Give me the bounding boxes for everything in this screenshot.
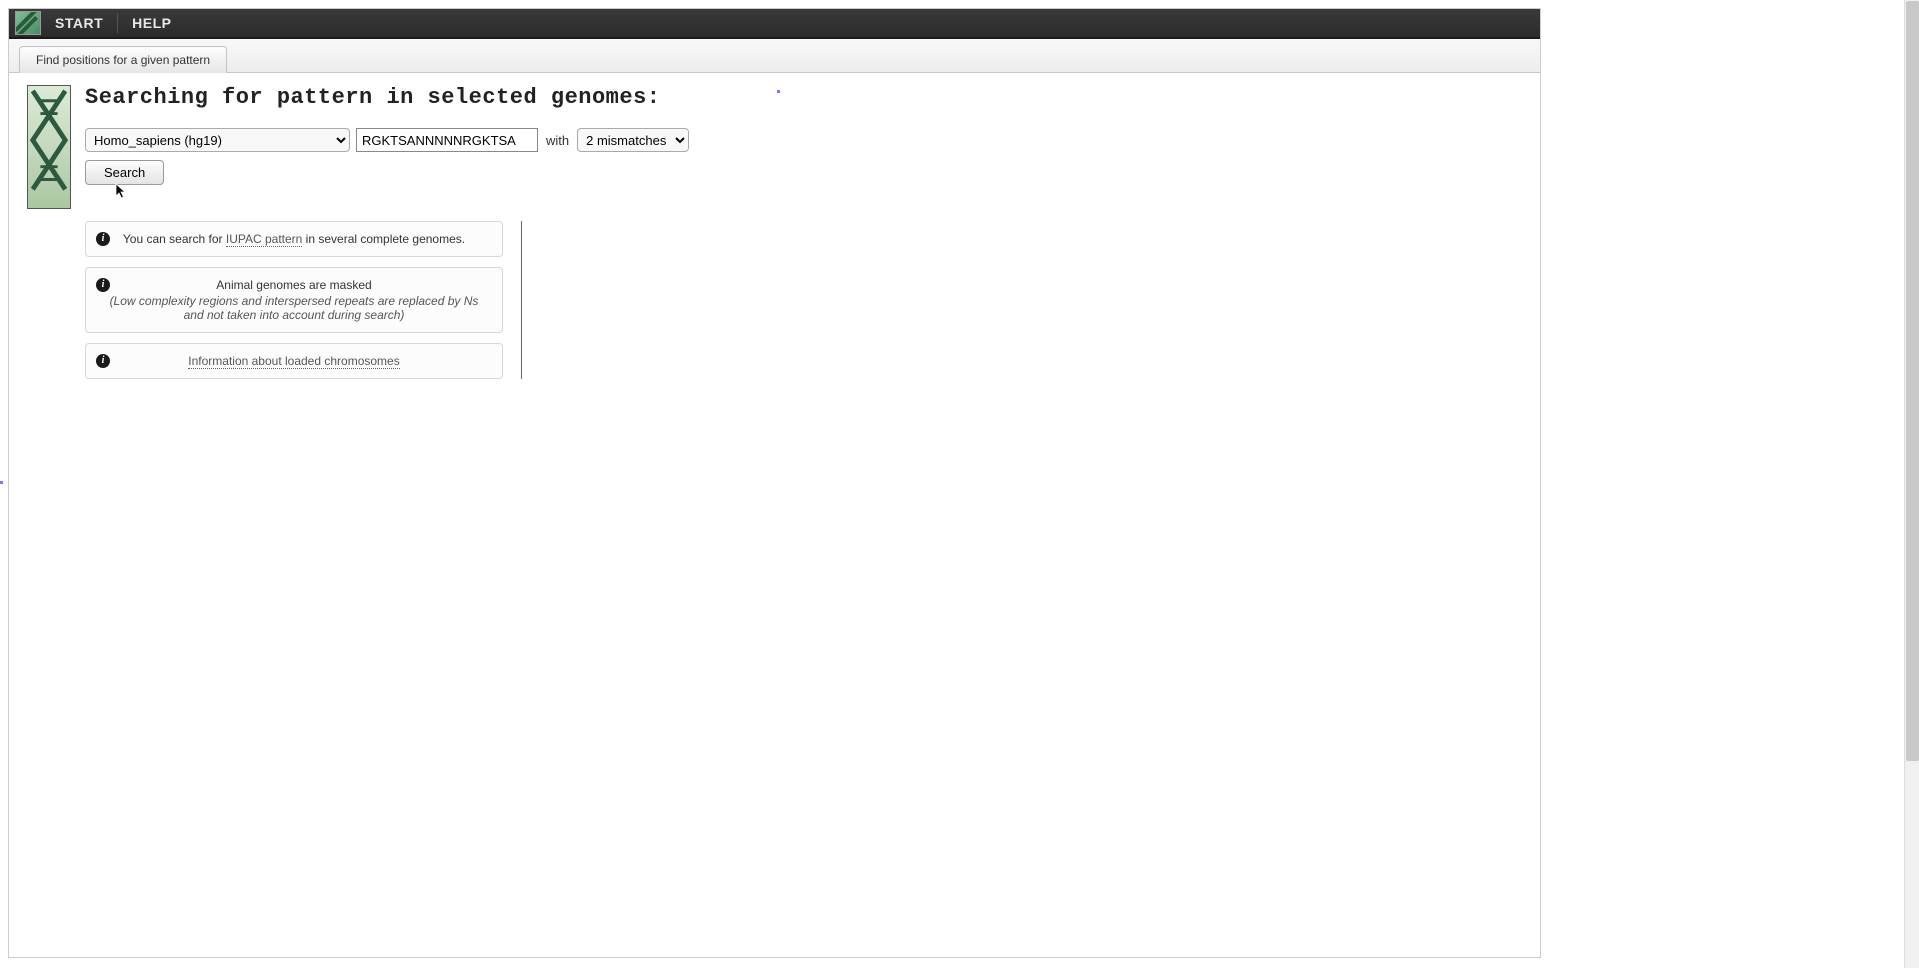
main-panel: Searching for pattern in selected genome… (85, 85, 1522, 379)
info-box-masked: i Animal genomes are masked (Low complex… (85, 267, 503, 333)
content-area: Searching for pattern in selected genome… (9, 73, 1540, 391)
vertical-divider (521, 221, 522, 379)
mismatch-select[interactable]: 2 mismatches (577, 128, 689, 152)
info-box-chromosomes: i Information about loaded chromosomes (85, 343, 503, 379)
dna-icon (27, 85, 71, 209)
genome-select[interactable]: Homo_sapiens (hg19) (85, 128, 350, 152)
info-text-2-note: (Low complexity regions and interspersed… (98, 294, 490, 322)
selection-handle (777, 90, 780, 93)
app-logo[interactable] (15, 11, 41, 35)
top-menu-bar: START HELP (9, 9, 1540, 39)
pattern-input[interactable] (356, 128, 538, 152)
tab-find-positions[interactable]: Find positions for a given pattern (19, 46, 227, 73)
search-form-row: Homo_sapiens (hg19) with 2 mismatches (85, 128, 1522, 152)
info-text-1-pre: You can search for (123, 232, 226, 246)
info-column: i You can search for IUPAC pattern in se… (85, 221, 503, 379)
tab-bar: Find positions for a given pattern (9, 39, 1540, 73)
info-icon: i (96, 232, 110, 246)
search-button[interactable]: Search (85, 160, 164, 185)
menu-start[interactable]: START (45, 11, 113, 35)
info-icon: i (96, 354, 110, 368)
app-window: START HELP Find positions for a given pa… (8, 8, 1541, 958)
menu-divider (117, 13, 118, 33)
info-box-iupac: i You can search for IUPAC pattern in se… (85, 221, 503, 257)
iupac-pattern-link[interactable]: IUPAC pattern (226, 232, 302, 247)
info-icon: i (96, 278, 110, 292)
menu-help[interactable]: HELP (122, 11, 181, 35)
page-title: Searching for pattern in selected genome… (85, 85, 1522, 110)
info-section: i You can search for IUPAC pattern in se… (85, 221, 1522, 379)
selection-handle (0, 481, 3, 484)
info-text-2-title: Animal genomes are masked (216, 278, 371, 292)
with-label: with (546, 133, 569, 148)
chromosomes-info-link[interactable]: Information about loaded chromosomes (188, 354, 399, 369)
info-text-1-post: in several complete genomes. (302, 232, 465, 246)
vertical-scrollbar[interactable] (1904, 0, 1919, 968)
scrollbar-thumb[interactable] (1906, 1, 1919, 761)
